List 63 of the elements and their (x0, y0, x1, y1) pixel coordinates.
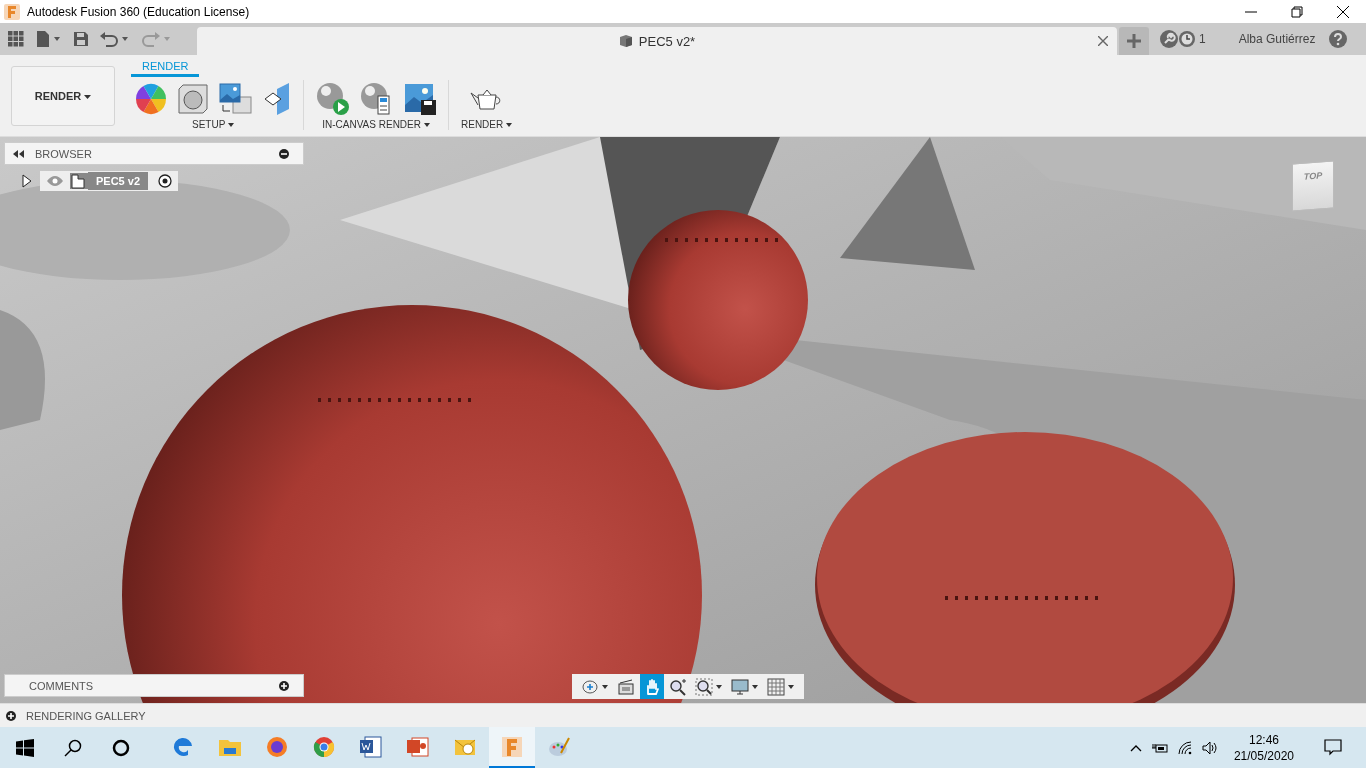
new-tab-button[interactable] (1119, 27, 1149, 55)
window-title: Autodesk Fusion 360 (Education License) (27, 4, 250, 19)
clock-date[interactable]: 21/05/2020 (1233, 747, 1294, 764)
workspace-dropdown[interactable]: RENDER (11, 65, 115, 126)
color-wheel-icon[interactable] (135, 83, 167, 115)
orbit-icon (581, 677, 609, 696)
image-icon[interactable] (219, 83, 253, 115)
plus-icon (1127, 34, 1141, 48)
wifi-icon[interactable] (1177, 740, 1192, 755)
file-icon[interactable] (36, 31, 62, 47)
radio-icon[interactable] (158, 174, 173, 188)
component-icon (618, 34, 633, 48)
save-icon[interactable] (74, 32, 88, 46)
zoom-icon (669, 677, 687, 696)
panel-title: BROWSER (35, 147, 92, 160)
view-cube-face: TOP (1303, 170, 1323, 184)
close-icon[interactable] (1337, 5, 1349, 18)
chevron-up-icon[interactable] (1129, 743, 1142, 752)
caret-icon (227, 123, 234, 128)
battery-icon[interactable] (1151, 741, 1168, 754)
caret-icon (506, 123, 512, 128)
undo-icon[interactable] (100, 31, 130, 47)
group-dropdown[interactable]: SETUP (192, 119, 234, 130)
gallery-title[interactable]: RENDERING GALLERY (26, 709, 146, 722)
save-image-icon[interactable] (404, 83, 436, 115)
render-start-icon[interactable] (316, 82, 350, 116)
search-icon[interactable] (64, 738, 82, 757)
app-grid-icon[interactable] (8, 31, 24, 47)
restore-icon[interactable] (1291, 5, 1303, 18)
add-comment-icon[interactable] (279, 680, 289, 691)
grid-icon (767, 677, 795, 696)
caret-icon (84, 94, 92, 99)
group-dropdown[interactable]: IN-CANVAS RENDER (322, 119, 430, 130)
3d-scene-drawing[interactable] (0, 137, 1366, 703)
group-dropdown[interactable]: RENDER (461, 119, 512, 130)
add-icon[interactable] (6, 710, 16, 721)
notifications-icon[interactable] (1324, 739, 1342, 756)
wrench-icon[interactable] (1160, 30, 1178, 48)
clock-icon[interactable] (1178, 30, 1196, 48)
job-count: 1 (1199, 32, 1206, 46)
document-title: PEC5 v2* (638, 33, 696, 49)
eye-icon[interactable] (46, 175, 64, 187)
panel-title: COMMENTS (29, 679, 94, 692)
app-logo-icon (4, 3, 20, 20)
fit-icon (695, 677, 723, 696)
decal-icon[interactable] (263, 83, 291, 115)
collapse-icon[interactable] (13, 149, 25, 158)
caret-icon (423, 123, 430, 128)
item-label: PEC5 v2 (88, 172, 149, 190)
expand-arrow-icon[interactable] (22, 174, 32, 188)
look-icon (617, 677, 635, 696)
close-tab-icon[interactable] (1098, 36, 1108, 46)
document-tab[interactable]: PEC5 v2* (197, 27, 1117, 55)
speaker-icon[interactable] (1201, 740, 1218, 755)
component-icon (70, 173, 88, 189)
clock-time[interactable]: 12:46 (1248, 731, 1279, 748)
help-icon[interactable] (1329, 30, 1348, 48)
user-name[interactable]: Alba Gutiérrez (1238, 32, 1316, 46)
minimize-panel-icon[interactable] (279, 148, 289, 159)
taskbar-app[interactable] (489, 727, 535, 768)
display-icon (731, 677, 759, 696)
windows-start-icon[interactable] (16, 738, 34, 757)
browser-item[interactable]: PEC5 v2 (40, 171, 179, 191)
